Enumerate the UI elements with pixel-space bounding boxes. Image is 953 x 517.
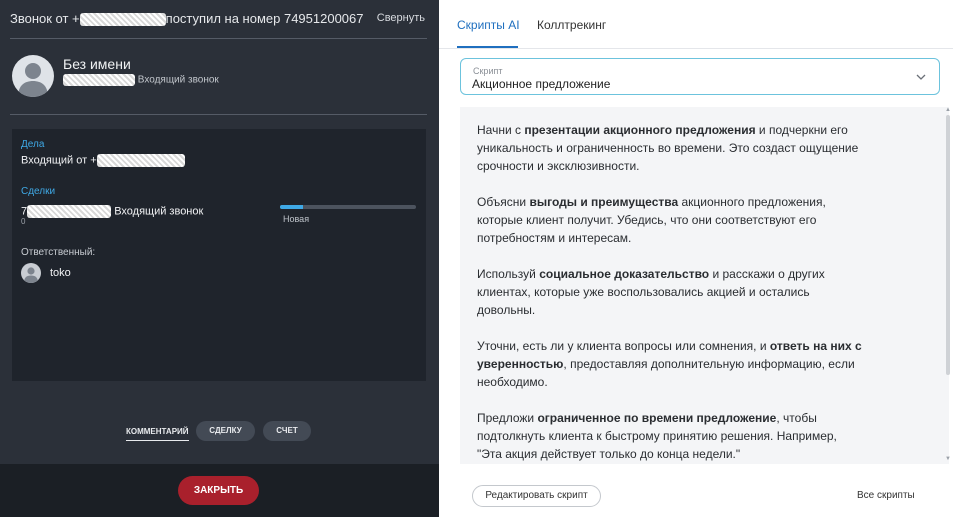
call-header: Звонок от + поступил на номер 74951200067… xyxy=(0,0,439,38)
deal-number: 0 xyxy=(21,217,26,226)
left-footer: ЗАКРЫТЬ xyxy=(0,464,439,517)
responsible-name[interactable]: toko xyxy=(50,267,71,279)
scroll-thumb[interactable] xyxy=(946,115,950,375)
script-paragraph: Предложи ограниченное по времени предлож… xyxy=(477,411,837,461)
info-card: Дела Входящий от + Сделки 7 Входящий зво… xyxy=(12,129,426,381)
script-scrollbar[interactable]: ▲ ▼ xyxy=(944,107,952,464)
deal-stage-progress xyxy=(280,205,416,209)
tab-invoice[interactable]: СЧЕТ xyxy=(263,421,311,441)
script-paragraph: Уточни, есть ли у клиента вопросы или со… xyxy=(477,339,862,389)
scroll-up-icon[interactable]: ▲ xyxy=(945,107,951,113)
contact-name[interactable]: Без имени xyxy=(63,56,131,72)
divider xyxy=(10,38,427,39)
call-type: Входящий звонок xyxy=(137,74,219,86)
script-paragraph: Начни с презентации акционного предложен… xyxy=(477,123,859,173)
tab-calltracking[interactable]: Коллтрекинг xyxy=(537,18,606,32)
redacted-phone xyxy=(79,13,166,27)
deal-stage: Новая xyxy=(283,214,310,224)
action-tabs: КОММЕНТАРИЙ СДЕЛКУ СЧЕТ xyxy=(0,420,439,444)
call-card-panel: Звонок от + поступил на номер 74951200067… xyxy=(0,0,439,517)
edit-script-button[interactable]: Редактировать скрипт xyxy=(472,485,601,507)
tab-scripts-ai[interactable]: Скрипты AI xyxy=(457,18,520,32)
deal-item[interactable]: 7 Входящий звонок xyxy=(21,205,203,218)
redacted-phone xyxy=(96,154,185,167)
progress-fill xyxy=(280,205,304,209)
script-content: Начни с презентации акционного предложен… xyxy=(460,107,949,464)
tab-comment[interactable]: КОММЕНТАРИЙ xyxy=(126,427,189,441)
contact-subline: Входящий звонок xyxy=(63,74,219,86)
redacted-phone xyxy=(63,74,135,86)
call-title: Звонок от + поступил на номер 74951200067 xyxy=(10,11,364,27)
divider xyxy=(439,48,953,49)
collapse-button[interactable]: Свернуть xyxy=(377,12,425,24)
select-label: Скрипт xyxy=(473,66,503,76)
divider xyxy=(10,114,427,115)
redacted-phone xyxy=(27,205,112,218)
scroll-down-icon[interactable]: ▼ xyxy=(945,456,951,462)
scripts-panel: Скрипты AI Коллтрекинг Скрипт Акционное … xyxy=(439,0,953,517)
script-text: Начни с презентации акционного предложен… xyxy=(477,121,862,464)
tasks-label: Дела xyxy=(21,139,45,150)
deals-label: Сделки xyxy=(21,186,56,197)
tab-deal[interactable]: СДЕЛКУ xyxy=(196,421,255,441)
contact-block: Без имени Входящий звонок xyxy=(0,50,439,110)
user-silhouette-icon xyxy=(18,63,48,97)
avatar xyxy=(21,263,41,283)
responsible-label: Ответственный: xyxy=(21,247,96,258)
user-silhouette-icon xyxy=(24,267,38,283)
avatar xyxy=(12,55,54,97)
task-item[interactable]: Входящий от + xyxy=(21,154,185,167)
close-button[interactable]: ЗАКРЫТЬ xyxy=(178,476,259,505)
chevron-down-icon xyxy=(916,74,926,80)
select-value: Акционное предложение xyxy=(472,77,611,91)
script-paragraph: Используй социальное доказательство и ра… xyxy=(477,267,825,317)
script-select[interactable]: Скрипт Акционное предложение xyxy=(460,58,940,95)
script-paragraph: Объясни выгоды и преимущества акционного… xyxy=(477,195,826,245)
all-scripts-link[interactable]: Все скрипты xyxy=(857,490,915,501)
